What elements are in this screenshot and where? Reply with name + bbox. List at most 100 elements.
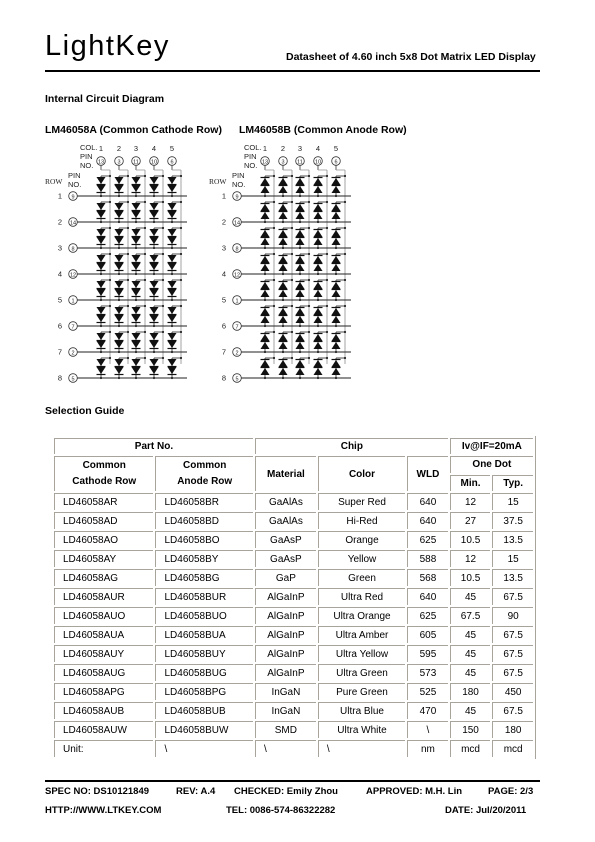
cell-material: AlGaInP: [254, 645, 316, 662]
diode-icon: [331, 186, 341, 193]
diode-icon: [278, 230, 288, 237]
diode-icon: [131, 203, 141, 210]
unit-cell-wld: nm: [407, 740, 448, 757]
diode-icon: [313, 264, 323, 271]
diode-icon: [167, 185, 177, 192]
diode-icon: [131, 315, 141, 322]
diode-icon: [278, 290, 288, 297]
diode-icon: [167, 255, 177, 262]
diode-icon: [96, 255, 106, 262]
table-row: LD46058AUY LD46058BUY AlGaInP Ultra Yellow 5…: [54, 645, 533, 662]
cell-iv-min: 10.5: [449, 531, 491, 548]
diode-icon: [149, 177, 159, 184]
b-row-number: 1: [222, 192, 226, 201]
cell-iv-min: 10.5: [449, 569, 491, 586]
diode-icon: [114, 255, 124, 262]
table-row: LD46058AUA LD46058BUA AlGaInP Ultra Amber 60…: [54, 626, 533, 643]
diode-icon: [331, 334, 341, 341]
a-col-pin-number: 11: [133, 160, 139, 166]
cell-anode-part: LD46058BUO: [155, 607, 253, 624]
diode-icon: [131, 211, 141, 218]
diode-icon: [278, 308, 288, 315]
footer-website[interactable]: HTTP://WWW.LTKEY.COM: [45, 805, 161, 816]
diode-icon: [260, 186, 270, 193]
b-col-pin-number: 11: [297, 160, 303, 166]
diode-icon: [260, 368, 270, 375]
diode-icon: [331, 256, 341, 263]
diode-icon: [260, 308, 270, 315]
document-title: Datasheet of 4.60 inch 5x8 Dot Matrix LE…: [286, 51, 536, 63]
cell-iv-typ: 13.5: [492, 531, 533, 548]
cell-wld: 625: [407, 607, 448, 624]
diode-icon: [131, 255, 141, 262]
cell-color: Pure Green: [317, 683, 406, 700]
b-row-number: 7: [222, 348, 226, 357]
diode-icon: [295, 308, 305, 315]
cell-material: AlGaInP: [254, 607, 316, 624]
cell-iv-min: 67.5: [449, 607, 491, 624]
footer-checked: CHECKED: Emily Zhou: [234, 786, 338, 797]
circuit-diagram-common-cathode: COL.PINNO.1 2 3 4 513 3 11 10 6ROWPINNO.1 92 143 84…: [45, 143, 187, 383]
table-row: LD46058AD LD46058BD GaAlAs Hi-Red 640 27 37.5: [54, 512, 533, 529]
b-col-pin-number: 13: [262, 160, 268, 166]
diode-icon: [331, 316, 341, 323]
cell-iv-min: 45: [449, 588, 491, 605]
diode-icon: [149, 289, 159, 296]
cell-iv-typ: 13.5: [492, 569, 533, 586]
b-col-number: 5: [334, 144, 338, 153]
header-common-cathode-line2: Cathode Row: [72, 476, 137, 487]
diode-icon: [260, 230, 270, 237]
footer-date: DATE: Jul/20/2011: [445, 805, 527, 816]
diode-icon: [331, 308, 341, 315]
diode-icon: [313, 238, 323, 245]
diode-icon: [96, 203, 106, 210]
cell-iv-typ: 180: [492, 721, 533, 738]
cell-cathode-part: LD46058AUA: [54, 626, 154, 643]
table-row: LD46058APG LD46058BPG InGaN Pure Green 525 18…: [54, 683, 533, 700]
cell-material: GaAlAs: [254, 512, 316, 529]
diode-icon: [167, 315, 177, 322]
cell-material: GaP: [254, 569, 316, 586]
diode-icon: [96, 211, 106, 218]
header-min: Min.: [449, 474, 491, 491]
diode-icon: [131, 307, 141, 314]
diode-icon: [167, 229, 177, 236]
table-row: LD46058AO LD46058BO GaAsP Orange 625 10.5 13.5: [54, 531, 533, 548]
diode-icon: [149, 237, 159, 244]
cell-wld: 595: [407, 645, 448, 662]
table-row: LD46058AY LD46058BY GaAsP Yellow 588 12 15: [54, 550, 533, 567]
diode-icon: [313, 230, 323, 237]
unit-cell-iv-min: mcd: [449, 740, 491, 757]
diode-icon: [331, 212, 341, 219]
diode-icon: [131, 185, 141, 192]
cell-wld: 470: [407, 702, 448, 719]
cell-iv-typ: 67.5: [492, 588, 533, 605]
cell-anode-part: LD46058BUR: [155, 588, 253, 605]
diode-icon: [278, 256, 288, 263]
diode-icon: [114, 229, 124, 236]
diode-icon: [260, 212, 270, 219]
a-row-pin-number: 2: [71, 351, 74, 357]
cell-color: Ultra Amber: [317, 626, 406, 643]
diode-icon: [295, 178, 305, 185]
diode-icon: [278, 264, 288, 271]
cell-iv-typ: 67.5: [492, 664, 533, 681]
cell-color: Ultra Blue: [317, 702, 406, 719]
diode-icon: [278, 212, 288, 219]
diode-icon: [295, 282, 305, 289]
cell-cathode-part: LD46058AUY: [54, 645, 154, 662]
diode-icon: [96, 307, 106, 314]
diode-icon: [167, 237, 177, 244]
diode-icon: [131, 229, 141, 236]
cell-material: AlGaInP: [254, 626, 316, 643]
diode-icon: [96, 237, 106, 244]
cell-cathode-part: LD46058AUW: [54, 721, 154, 738]
diode-icon: [313, 342, 323, 349]
diode-icon: [149, 359, 159, 366]
cell-anode-part: LD46058BUY: [155, 645, 253, 662]
a-row-pin-number: 12: [70, 273, 76, 279]
diode-icon: [114, 367, 124, 374]
diode-icon: [331, 264, 341, 271]
a-row-number: 4: [58, 270, 62, 279]
diode-icon: [331, 230, 341, 237]
